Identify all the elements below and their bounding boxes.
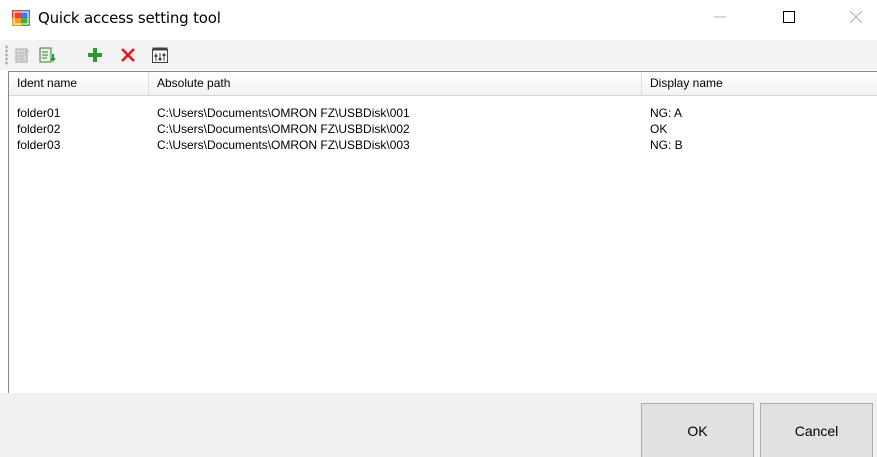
column-header-ident-name[interactable]: Ident name bbox=[9, 72, 149, 95]
list-row[interactable]: folder03 C:\Users\Documents\OMRON FZ\USB… bbox=[9, 137, 877, 153]
export-icon bbox=[15, 48, 30, 63]
ident-name-cell: folder02 bbox=[17, 122, 61, 136]
folder-list[interactable]: Ident name Absolute path Display name fo… bbox=[8, 71, 877, 393]
maximize-button[interactable] bbox=[766, 0, 812, 34]
absolute-path-cell: C:\Users\Documents\OMRON FZ\USBDisk\003 bbox=[157, 138, 410, 152]
button-panel: OK Cancel bbox=[0, 393, 877, 457]
window-title: Quick access setting tool bbox=[38, 9, 221, 27]
list-row[interactable]: folder01 C:\Users\Documents\OMRON FZ\USB… bbox=[9, 105, 877, 121]
delete-icon bbox=[121, 48, 135, 62]
add-button[interactable] bbox=[84, 44, 106, 66]
list-rows: folder01 C:\Users\Documents\OMRON FZ\USB… bbox=[9, 105, 877, 153]
column-header-absolute-path[interactable]: Absolute path bbox=[149, 72, 642, 95]
toolbar bbox=[0, 40, 877, 70]
export-button[interactable] bbox=[12, 44, 34, 66]
settings-icon bbox=[152, 47, 168, 63]
cancel-button[interactable]: Cancel bbox=[760, 403, 873, 457]
title-bar: Quick access setting tool bbox=[0, 0, 877, 38]
list-header: Ident name Absolute path Display name bbox=[9, 72, 877, 96]
close-button[interactable] bbox=[833, 0, 877, 34]
minimize-button[interactable] bbox=[697, 0, 743, 34]
display-name-cell: NG: A bbox=[650, 106, 683, 120]
absolute-path-cell: C:\Users\Documents\OMRON FZ\USBDisk\001 bbox=[157, 106, 410, 120]
delete-button[interactable] bbox=[117, 44, 139, 66]
absolute-path-cell: C:\Users\Documents\OMRON FZ\USBDisk\002 bbox=[157, 122, 410, 136]
column-header-display-name[interactable]: Display name bbox=[642, 72, 877, 95]
add-icon bbox=[88, 48, 102, 62]
import-button[interactable] bbox=[36, 44, 58, 66]
ok-button[interactable]: OK bbox=[641, 403, 754, 457]
toolbar-grip[interactable] bbox=[5, 45, 8, 65]
display-name-cell: OK bbox=[650, 122, 668, 136]
maximize-icon bbox=[783, 11, 795, 23]
display-name-cell: NG: B bbox=[650, 138, 683, 152]
import-icon bbox=[39, 47, 56, 63]
close-icon bbox=[850, 11, 862, 23]
settings-button[interactable] bbox=[149, 44, 171, 66]
ident-name-cell: folder03 bbox=[17, 138, 61, 152]
app-window-icon bbox=[12, 10, 30, 26]
list-row[interactable]: folder02 C:\Users\Documents\OMRON FZ\USB… bbox=[9, 121, 877, 137]
minimize-icon bbox=[714, 16, 726, 18]
ident-name-cell: folder01 bbox=[17, 106, 61, 120]
